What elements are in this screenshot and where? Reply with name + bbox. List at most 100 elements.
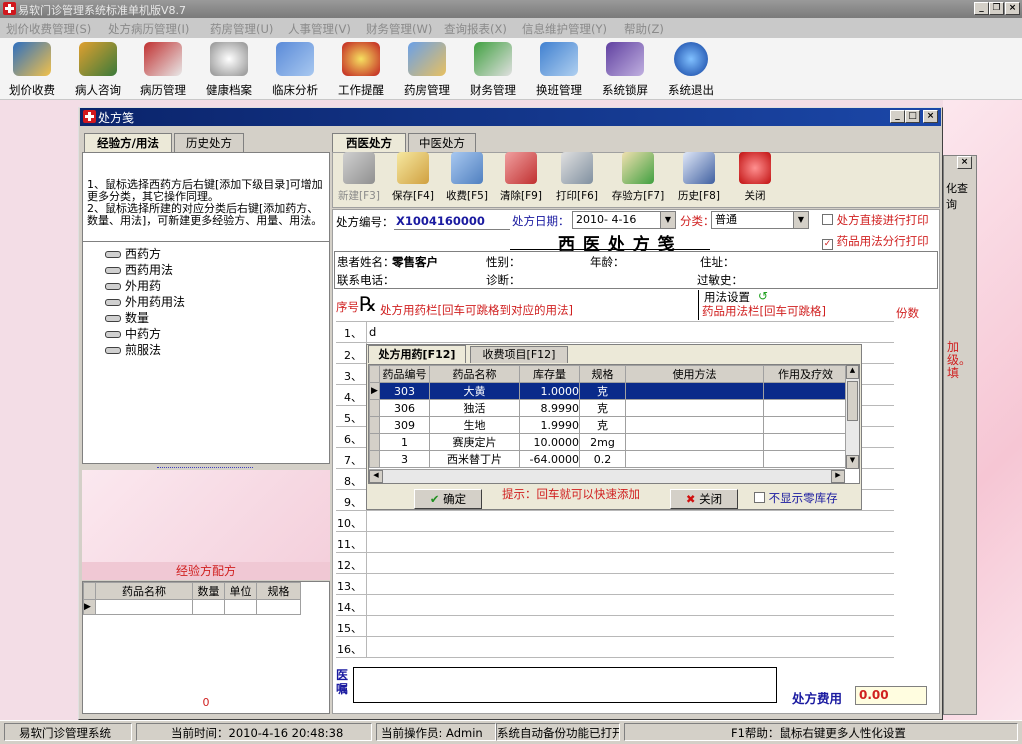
rx-row-num: 16、 — [337, 643, 362, 656]
popup-close-button[interactable]: ✖ 关闭 — [670, 489, 738, 509]
checkmark-icon: ✔ — [429, 492, 440, 506]
menu-help[interactable]: 帮助(Z) — [624, 21, 664, 37]
app-titlebar: 易软门诊管理系统标准单机版V8.7 _ ❐ × — [0, 0, 1022, 18]
close-x-icon — [739, 152, 771, 184]
computer-icon — [540, 42, 578, 76]
restore-button[interactable]: ❐ — [989, 2, 1004, 15]
toolbar-lock[interactable]: 系统锁屏 — [593, 40, 657, 98]
tree-item-western-usage[interactable]: 西药用法 — [105, 261, 173, 278]
print-button[interactable]: 打印[F6] — [552, 152, 602, 204]
save-rx-button[interactable]: 保存[F4] — [388, 152, 438, 204]
rx-row-num: 6、 — [344, 433, 362, 446]
menu-reports[interactable]: 查询报表(X) — [444, 21, 507, 37]
tree-item-decoction[interactable]: 煎服法 — [105, 341, 161, 358]
experience-hint: 1、鼠标选择西药方后右键[添加下级目录]可增加更多分类，其它操作同理。 2、鼠标… — [87, 178, 323, 227]
history-button[interactable]: 历史[F8] — [674, 152, 724, 204]
tree-item-quantity[interactable]: 数量 — [105, 309, 149, 326]
chevron-down-icon[interactable]: ▼ — [793, 212, 808, 228]
drug-row[interactable]: 3 西米替丁片 -64.0000 0.2 — [369, 450, 848, 468]
checkbox-usage-print[interactable]: ✓ — [822, 239, 833, 250]
rx-row-num: 10、 — [337, 517, 362, 530]
person-doc-icon — [622, 152, 654, 184]
save-template-button[interactable]: 存验方[F7] — [608, 152, 668, 204]
drug-row[interactable]: 1 赛庚定片 10.0000 2mg — [369, 433, 848, 451]
rx-date-label: 处方日期： — [512, 214, 570, 228]
tree-item-external-usage[interactable]: 外用药用法 — [105, 293, 185, 310]
window-close-button[interactable]: × — [923, 110, 938, 123]
hide-zero-stock-option[interactable]: 不显示零库存 — [754, 490, 838, 506]
close-rx-button[interactable]: 关闭 — [730, 152, 780, 204]
sex-label: 性别： — [486, 255, 521, 269]
close-button[interactable]: × — [1005, 2, 1020, 15]
vertical-scrollbar[interactable]: ▲ ▼ — [845, 365, 859, 469]
menu-billing[interactable]: 划价收费管理(S) — [6, 21, 91, 37]
tree-item-chinese-rx[interactable]: 中药方 — [105, 325, 161, 342]
rx-date-picker[interactable]: 2010- 4-16 ▼ — [572, 211, 676, 229]
toolbar-consult[interactable]: 病人咨询 — [66, 40, 130, 98]
checkbox-hide-zero[interactable] — [754, 492, 765, 503]
tree-item-western-rx[interactable]: 西药方 — [105, 245, 161, 262]
toolbar-health[interactable]: 健康档案 — [197, 40, 261, 98]
status-operator: 当前操作员: Admin — [376, 723, 496, 741]
tab-experience[interactable]: 经验方/用法 — [84, 133, 172, 152]
toolbar-billing[interactable]: 划价收费 — [0, 40, 64, 98]
confirm-button[interactable]: ✔ 确定 — [414, 489, 482, 509]
checkbox-direct-print[interactable] — [822, 214, 833, 225]
toolbar-analysis[interactable]: 临床分析 — [263, 40, 327, 98]
new-rx-button[interactable]: 新建[F3] — [334, 152, 384, 204]
chevron-down-icon[interactable]: ▼ — [660, 212, 675, 228]
qty-label: 份数 — [896, 306, 919, 320]
col-usage: 使用方法 — [625, 365, 764, 383]
toolbar-exit[interactable]: 系统退出 — [659, 40, 723, 98]
rx-no-field[interactable]: X1004160000 — [394, 212, 510, 230]
menu-prescription[interactable]: 处方病历管理(I) — [108, 21, 189, 37]
menu-hr[interactable]: 人事管理(V) — [288, 21, 351, 37]
rx-class-select[interactable]: 普通 ▼ — [711, 211, 809, 229]
doctor-advice-input[interactable] — [353, 667, 777, 703]
opt-direct-print[interactable]: 处方直接进行打印 — [822, 212, 929, 228]
horizontal-scrollbar[interactable]: ◀ ▶ — [369, 469, 845, 483]
menu-info[interactable]: 信息维护管理(Y) — [522, 21, 607, 37]
rx-row-num: 1、 — [344, 327, 362, 340]
document-camera-icon — [474, 42, 512, 76]
tab-rx-drugs[interactable]: 处方用药[F12] — [368, 345, 466, 363]
clear-button[interactable]: 清除[F9] — [496, 152, 546, 204]
tab-history-rx[interactable]: 历史处方 — [174, 133, 244, 152]
rx-row-1-input[interactable]: d — [369, 325, 376, 339]
background-close-button[interactable]: × — [957, 156, 972, 169]
window-minimize-button[interactable]: _ — [890, 110, 905, 123]
tab-western[interactable]: 西医处方 — [332, 133, 406, 152]
formula-col-spec: 规格 — [256, 582, 301, 600]
charge-button[interactable]: 收费[F5] — [442, 152, 492, 204]
drug-row[interactable]: 306 独活 8.9990 克 — [369, 399, 848, 417]
toolbar-shift[interactable]: 换班管理 — [527, 40, 591, 98]
menu-pharmacy[interactable]: 药房管理(U) — [210, 21, 273, 37]
drug-row-selected[interactable]: ▶ 303 大黄 1.0000 克 — [369, 382, 848, 400]
toolbar-pharmacy[interactable]: 药房管理 — [395, 40, 459, 98]
rx-row-num: 2、 — [344, 349, 362, 362]
tab-chinese[interactable]: 中医处方 — [408, 133, 476, 152]
opt-usage-print[interactable]: ✓ 药品用法分行打印 — [822, 233, 929, 250]
toolbar-reminder[interactable]: 工作提醒 — [329, 40, 393, 98]
popup-tip: 提示：回车就可以快速添加 — [502, 487, 640, 501]
power-icon — [674, 42, 708, 76]
diagnosis-label: 诊断： — [486, 273, 521, 287]
toolbar-finance[interactable]: 财务管理 — [461, 40, 525, 98]
magnifier-icon — [210, 42, 248, 76]
formula-row[interactable]: ▶ — [83, 599, 301, 615]
window-maximize-button[interactable]: □ — [905, 110, 920, 123]
toolbar-records[interactable]: 病历管理 — [131, 40, 195, 98]
tree-item-external[interactable]: 外用药 — [105, 277, 161, 294]
scroll-thumb[interactable] — [847, 381, 858, 421]
pen-icon — [13, 42, 51, 76]
menu-finance[interactable]: 财务管理(W) — [366, 21, 432, 37]
tab-fee-items[interactable]: 收费项目[F12] — [470, 346, 568, 363]
prescription-window-titlebar: 处方笺 _ □ × — [80, 108, 941, 126]
formula-grid: 药品名称 数量 单位 规格 ▶ 0 — [82, 581, 330, 714]
rx-no-label: 处方编号： — [336, 215, 394, 229]
minimize-button[interactable]: _ — [974, 2, 989, 15]
status-help: F1帮助：鼠标右键更多人性化设置 — [624, 723, 1018, 741]
patient-name[interactable]: 零售客户 — [392, 254, 438, 270]
refresh-icon[interactable]: ↺ — [758, 289, 768, 303]
drug-row[interactable]: 309 生地 1.9990 克 — [369, 416, 848, 434]
